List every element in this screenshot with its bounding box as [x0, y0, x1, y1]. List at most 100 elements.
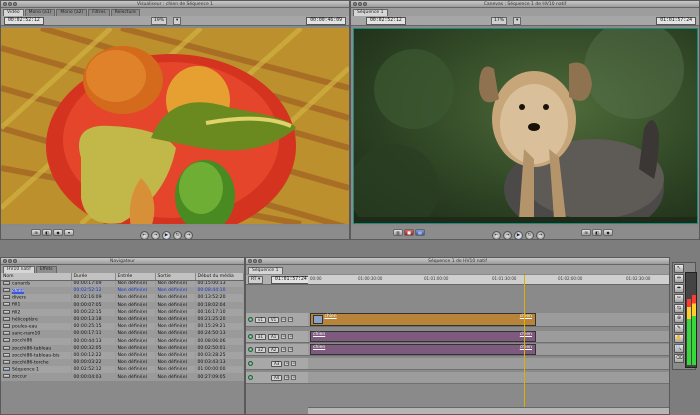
tool-button-4[interactable]: ⇆ [674, 304, 684, 313]
tool-button-1[interactable]: ⇹ [674, 274, 684, 283]
go-to-in-button[interactable]: ⇤ [140, 231, 149, 240]
play-in-out-button[interactable]: ⇥ [503, 231, 512, 240]
browser-row[interactable]: zocchi86-tableau 00:00:32:05 Non défini(e)… [1, 344, 244, 352]
browser-row[interactable]: fill1 00:00:07:05 Non défini(e) Non défini(… [1, 301, 244, 309]
tab-video[interactable]: Vidéo [3, 9, 24, 16]
minimize-icon[interactable] [8, 2, 12, 6]
close-icon[interactable] [3, 2, 7, 6]
replace-edit-button[interactable]: ▤ [415, 229, 425, 236]
link-icon[interactable]: ▫ [288, 317, 294, 322]
timeline-ruler[interactable]: 00:00 01:00:30:00 01:01:00:00 01:01:30:0… [308, 275, 669, 285]
track-audible-icon[interactable] [248, 334, 253, 339]
close-icon[interactable] [3, 259, 7, 263]
tool-button-8[interactable]: 🔍 [674, 344, 684, 353]
browser-row[interactable]: zocchi86-torche 00:00:03:22 Non défini(e) N… [1, 359, 244, 367]
lock-icon[interactable]: ▫ [281, 347, 287, 352]
mark-clip-button[interactable]: ◧ [42, 229, 52, 236]
track-v1[interactable]: chien chien [308, 313, 669, 327]
tool-button-5[interactable]: ⊕ [674, 314, 684, 323]
minimize-icon[interactable] [8, 259, 12, 263]
tab-sequence-1[interactable]: Séquence 1 [353, 9, 388, 16]
destination-patch[interactable]: A2 [268, 346, 280, 353]
browser-row[interactable]: hélicoptère 00:00:13:18 Non défini(e) Non d… [1, 315, 244, 324]
browser-row[interactable]: zoccur 00:00:04:03 Non défini(e) Non défini… [1, 373, 244, 381]
go-to-out-button[interactable]: ⇥ [536, 231, 545, 240]
track-audible-icon[interactable] [248, 361, 253, 366]
viewer-zoom-menu[interactable]: 19% [151, 17, 168, 25]
browser-row[interactable]: zocchi86 00:00:44:13 Non défini(e) Non défi… [1, 337, 244, 345]
track-a4[interactable] [308, 372, 669, 384]
column-header-in[interactable]: Entrée [115, 273, 156, 281]
add-keyframe-button[interactable]: ◆ [603, 229, 613, 236]
column-header-media-start[interactable]: Début du média [195, 273, 244, 281]
browser-titlebar[interactable]: Navigateur [1, 258, 244, 265]
viewer-view-menu[interactable]: ▾ [173, 17, 182, 25]
mark-clip-button[interactable]: ◧ [592, 229, 602, 236]
column-header-out[interactable]: Sortie [155, 273, 196, 281]
timeline-titlebar[interactable]: Séquence 1 de HV10 natif [246, 258, 669, 265]
lock-icon[interactable]: ▫ [284, 361, 290, 366]
link-icon[interactable]: ▫ [288, 334, 294, 339]
browser-row[interactable]: Séquence 1 00:02:52:12 Non défini(e) Non dé… [1, 366, 244, 374]
play-around-button[interactable]: ↻ [525, 231, 534, 240]
canvas-play-button[interactable]: ▶ [514, 231, 523, 240]
track-a2[interactable]: chien chien [308, 344, 669, 356]
destination-patch[interactable]: V1 [267, 316, 280, 323]
source-patch[interactable]: a1 [255, 333, 266, 340]
viewer-current-timecode[interactable]: 00:00:46:09 [306, 17, 346, 25]
insert-edit-button[interactable]: ▥ [393, 229, 403, 236]
close-icon[interactable] [248, 259, 252, 263]
tool-button-9[interactable]: ⌫ [674, 354, 684, 363]
link-icon[interactable]: ▫ [288, 347, 294, 352]
tab-timeline-sequence-1[interactable]: Séquence 1 [248, 267, 283, 274]
zoom-icon[interactable] [363, 2, 367, 6]
tool-button-2[interactable]: ⬌ [674, 284, 684, 293]
timeline-playhead[interactable] [524, 275, 525, 414]
viewer-video-frame[interactable] [1, 28, 349, 224]
source-patch[interactable]: a2 [255, 346, 266, 353]
minimize-icon[interactable] [253, 259, 257, 263]
browser-row[interactable]: sanc-nam10 00:00:17:11 Non défini(e) Non dé… [1, 330, 244, 338]
tool-button-0[interactable]: ↖ [674, 264, 684, 273]
link-icon[interactable]: ▫ [291, 361, 297, 366]
zoom-icon[interactable] [13, 2, 17, 6]
tool-button-3[interactable]: ✂ [674, 294, 684, 303]
zoom-icon[interactable] [258, 259, 262, 263]
canvas-titlebar[interactable]: Canevas : Séquence 1 de HV10 natif [351, 1, 699, 8]
column-header-duration[interactable]: Durée [71, 273, 116, 281]
track-a1[interactable]: chien chien [308, 331, 669, 343]
rt-menu[interactable]: RT ▾ [248, 276, 264, 284]
tool-button-7[interactable]: ✋ [674, 334, 684, 343]
timeline-clip-audio-1[interactable]: chien chien [310, 331, 536, 342]
viewer-play-button[interactable]: ▶ [162, 231, 171, 240]
canvas-view-menu[interactable]: ▾ [513, 17, 522, 25]
canvas-zoom-menu[interactable]: 17% [491, 17, 508, 25]
link-icon[interactable]: ▫ [291, 375, 297, 380]
zoom-icon[interactable] [13, 259, 17, 263]
overwrite-edit-button[interactable]: ■ [404, 229, 414, 236]
tab-mono-a2[interactable]: Mono (a2) [56, 9, 88, 16]
go-to-in-button[interactable]: ⇤ [492, 231, 501, 240]
timeline-clip-video[interactable]: chien chien [310, 313, 536, 326]
match-frame-button[interactable]: ⊞ [581, 229, 591, 236]
browser-row[interactable]: zocchi86-tableau-bis 00:00:12:22 Non défin… [1, 351, 244, 360]
canvas-video-frame[interactable] [353, 28, 698, 224]
browser-row[interactable]: canards 00:00:17:09 Non défini(e) Non défin… [1, 280, 244, 288]
source-patch[interactable]: v1 [255, 316, 266, 323]
canvas-current-timecode[interactable]: 01:01:57:24 [656, 17, 696, 25]
match-frame-button[interactable]: ⊞ [31, 229, 41, 236]
play-around-button[interactable]: ↻ [173, 231, 182, 240]
add-marker-button[interactable]: ▾ [64, 229, 74, 236]
viewer-titlebar[interactable]: Visualiseur : chien de Séquence 1 [1, 1, 349, 8]
track-visibility-icon[interactable] [248, 317, 253, 322]
tab-hv10-natif[interactable]: HV10 natif [3, 266, 35, 273]
lock-icon[interactable]: ▫ [281, 317, 287, 322]
track-audible-icon[interactable] [248, 375, 253, 380]
viewer-duration-timecode[interactable]: 00:02:52:12 [4, 17, 44, 25]
browser-row[interactable]: chien 00:02:52:12 Non défini(e) Non défini(… [1, 287, 244, 295]
add-keyframe-button[interactable]: ◆ [53, 229, 63, 236]
tab-playback[interactable]: Relecture [110, 9, 140, 16]
track-audible-icon[interactable] [248, 347, 253, 352]
browser-row[interactable]: divers 00:02:16:09 Non défini(e) Non défini… [1, 294, 244, 302]
destination-patch[interactable]: A4 [271, 374, 283, 381]
